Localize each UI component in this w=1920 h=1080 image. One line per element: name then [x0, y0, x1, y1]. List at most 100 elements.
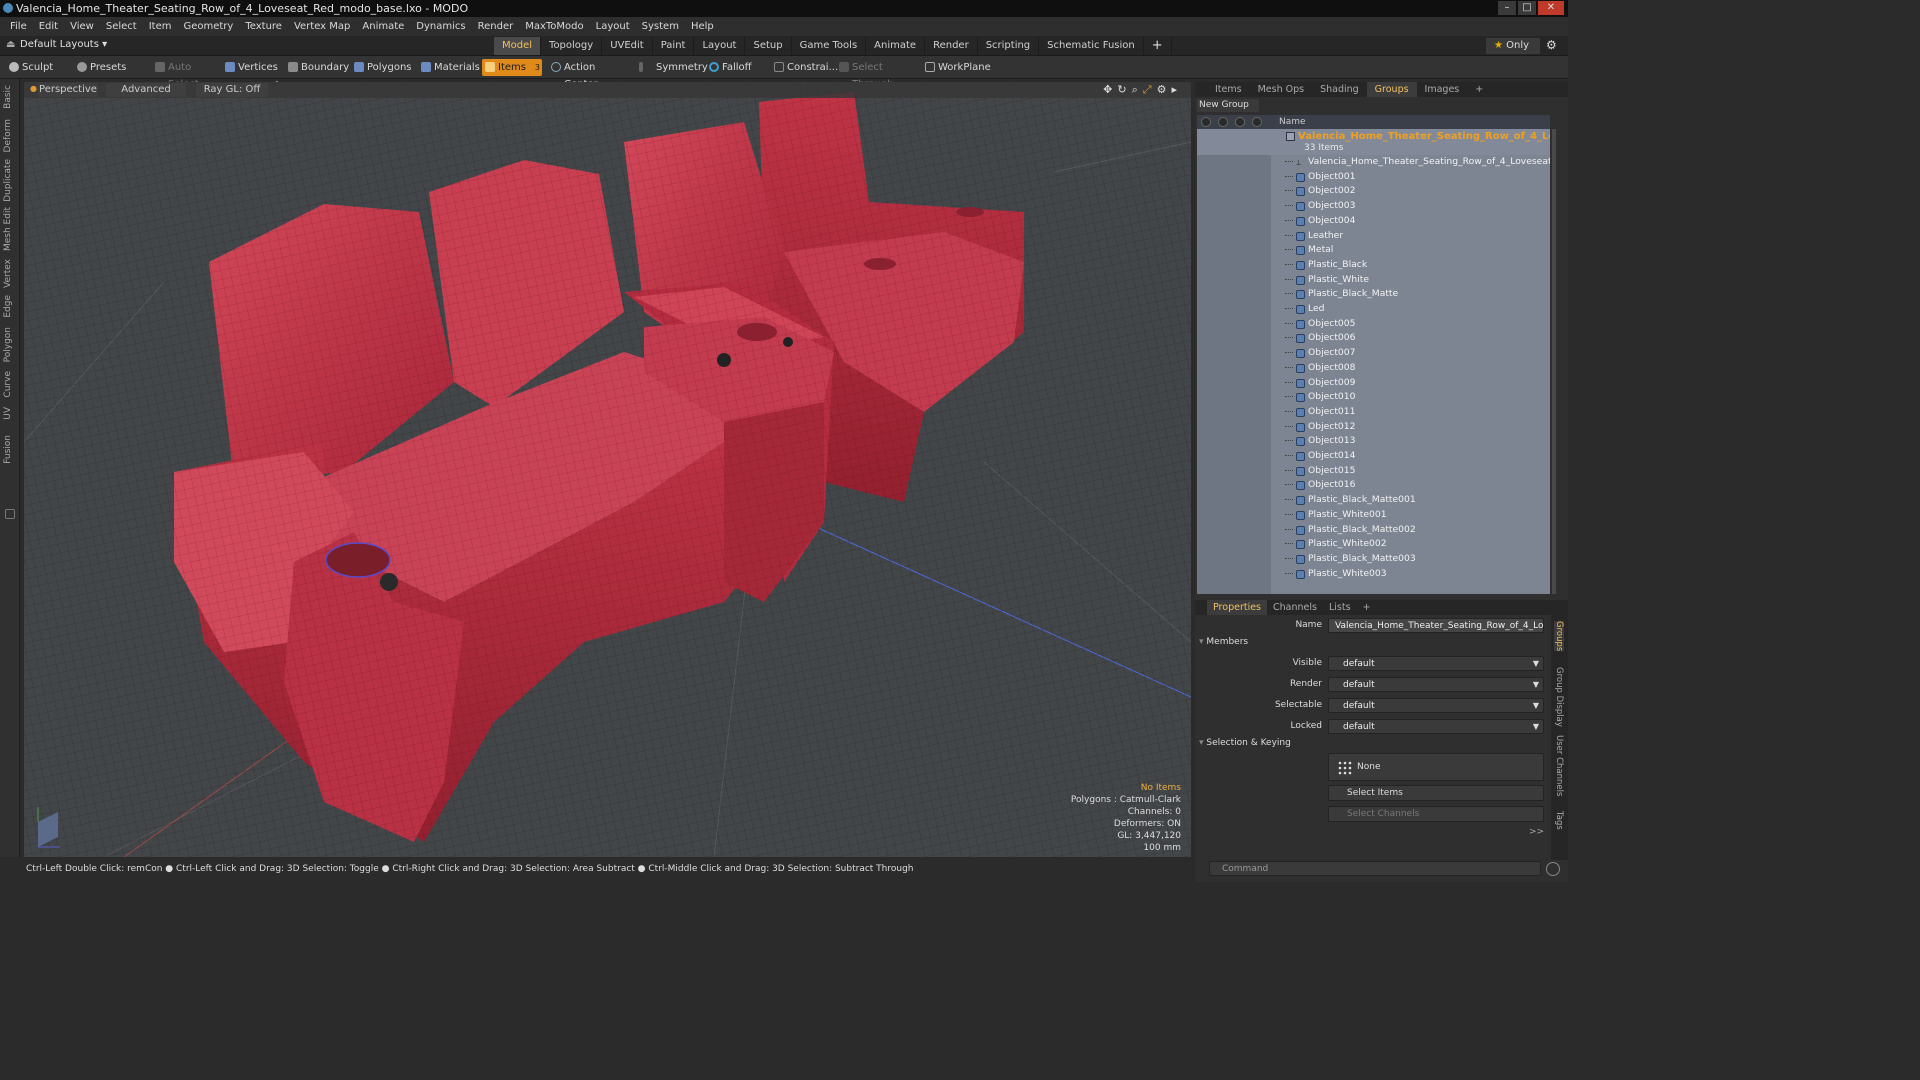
tab-layout[interactable]: Layout	[694, 37, 746, 55]
tree-item[interactable]: Object001	[1197, 170, 1550, 185]
tab-game-tools[interactable]: Game Tools	[792, 37, 867, 55]
tree-item[interactable]: Object014	[1197, 449, 1550, 464]
tree-item[interactable]: Object002	[1197, 184, 1550, 199]
locked-dropdown[interactable]: default ▼	[1328, 719, 1544, 734]
selectable-dropdown[interactable]: default ▼	[1328, 698, 1544, 713]
menu-select[interactable]: Select	[100, 21, 143, 32]
visible-dropdown[interactable]: default ▼	[1328, 656, 1544, 671]
tab-uv[interactable]: UV	[3, 407, 13, 420]
tree-item[interactable]: Object015	[1197, 464, 1550, 479]
render-dropdown[interactable]: default ▼	[1328, 677, 1544, 692]
zoom-icon[interactable]: ⌕	[1132, 83, 1138, 97]
tab-channels[interactable]: Channels	[1267, 600, 1323, 615]
layout-pin-icon[interactable]: ⏏	[6, 39, 15, 50]
falloff-button[interactable]: Falloff	[706, 59, 756, 76]
tree-item[interactable]: Plastic_Black_Matte003	[1197, 552, 1550, 567]
tab-fusion[interactable]: Fusion	[3, 435, 13, 464]
menu-file[interactable]: File	[4, 21, 33, 32]
groups-tree[interactable]: Valencia_Home_Theater_Seating_Row_of_4_L…	[1197, 129, 1550, 594]
members-section[interactable]: Members	[1199, 637, 1248, 647]
command-input[interactable]: Command	[1209, 861, 1541, 876]
tab-setup[interactable]: Setup	[745, 37, 792, 55]
tab-uvedit[interactable]: UVEdit	[602, 37, 653, 55]
tab-lists[interactable]: Lists	[1323, 600, 1357, 615]
tab-groups[interactable]: Groups	[1366, 82, 1417, 97]
tab-mesh-ops[interactable]: Mesh Ops	[1250, 82, 1313, 97]
menu-geometry[interactable]: Geometry	[177, 21, 239, 32]
boundary-button[interactable]: Boundary	[285, 59, 349, 76]
more-button[interactable]: >>	[1529, 827, 1544, 837]
orbit-icon[interactable]: ↻	[1117, 83, 1126, 97]
side-tab-tags[interactable]: Tags	[1554, 811, 1564, 830]
tab-topology[interactable]: Topology	[541, 37, 603, 55]
command-history-icon[interactable]	[1546, 862, 1560, 876]
tab-vertex[interactable]: Vertex	[3, 259, 13, 288]
auto-select-button[interactable]: Auto Select	[152, 59, 218, 90]
tree-item[interactable]: Led	[1197, 302, 1550, 317]
expand-toolbox-icon[interactable]	[5, 509, 15, 519]
tree-item[interactable]: Object008	[1197, 361, 1550, 376]
groups-scrollbar[interactable]	[1552, 129, 1556, 594]
tree-item[interactable]: Object006	[1197, 331, 1550, 346]
tab-animate[interactable]: Animate	[866, 37, 926, 55]
visibility-column-icon[interactable]	[1201, 117, 1211, 127]
new-group-button[interactable]: New Group	[1197, 99, 1259, 112]
only-toggle-button[interactable]: ★ Only	[1486, 38, 1540, 54]
viewport-scene[interactable]	[24, 82, 1191, 857]
tree-item[interactable]: Plastic_White002	[1197, 537, 1550, 552]
tree-item[interactable]: Object005	[1197, 317, 1550, 332]
tree-item[interactable]: Plastic_White003	[1197, 567, 1550, 582]
action-center-button[interactable]: Action Center	[548, 59, 626, 90]
vertices-button[interactable]: Vertices1	[222, 59, 280, 89]
none-selection-button[interactable]: None	[1328, 753, 1544, 781]
group-row[interactable]: Valencia_Home_Theater_Seating_Row_of_4_L…	[1197, 129, 1550, 155]
tab-polygon[interactable]: Polygon	[3, 327, 13, 362]
maximize-viewport-icon[interactable]: ⤢	[1143, 83, 1152, 97]
add-layout-tab-button[interactable]: +	[1144, 37, 1172, 55]
tab-duplicate[interactable]: Duplicate	[3, 159, 13, 202]
menu-render[interactable]: Render	[472, 21, 520, 32]
tab-mesh-edit[interactable]: Mesh Edit	[3, 207, 13, 251]
menu-help[interactable]: Help	[685, 21, 720, 32]
tab-curve[interactable]: Curve	[3, 371, 13, 398]
name-column-header[interactable]: Name	[1279, 115, 1306, 129]
tab-paint[interactable]: Paint	[653, 37, 695, 55]
raygl-toggle[interactable]: Ray GL: Off	[196, 83, 268, 97]
tree-item[interactable]: ⟂ Valencia_Home_Theater_Seating_Row_of_4_…	[1197, 155, 1550, 170]
tab-shading[interactable]: Shading	[1312, 82, 1367, 97]
menu-item[interactable]: Item	[143, 21, 178, 32]
viewport-more-icon[interactable]: ▸	[1171, 83, 1177, 97]
lock-column-icon[interactable]	[1235, 117, 1245, 127]
viewport-settings-icon[interactable]: ⚙	[1157, 83, 1167, 97]
pan-icon[interactable]: ✥	[1103, 83, 1112, 97]
tree-item[interactable]: Plastic_Black_Matte001	[1197, 493, 1550, 508]
tree-item[interactable]: Object010	[1197, 390, 1550, 405]
view-type-dropdown[interactable]: Perspective	[38, 83, 98, 97]
tree-item[interactable]: Object007	[1197, 346, 1550, 361]
sculpt-button[interactable]: Sculpt	[6, 59, 66, 76]
tree-item[interactable]: Plastic_Black	[1197, 258, 1550, 273]
tab-images[interactable]: Images	[1417, 82, 1468, 97]
tab-properties[interactable]: Properties	[1207, 600, 1268, 615]
tab-items[interactable]: Items	[1207, 82, 1250, 97]
select-column-icon[interactable]	[1252, 117, 1262, 127]
tree-item[interactable]: Plastic_Black_Matte002	[1197, 523, 1550, 538]
render-column-icon[interactable]	[1218, 117, 1228, 127]
select-channels-button[interactable]: Select Channels	[1328, 806, 1544, 822]
tree-item[interactable]: Object011	[1197, 405, 1550, 420]
layout-preset-dropdown[interactable]: Default Layouts ▾	[20, 39, 107, 50]
add-props-tab-button[interactable]: +	[1357, 600, 1377, 615]
menu-vertex-map[interactable]: Vertex Map	[288, 21, 356, 32]
tree-item[interactable]: Object004	[1197, 214, 1550, 229]
tree-item[interactable]: Plastic_Black_Matte	[1197, 287, 1550, 302]
shading-mode-dropdown[interactable]: Advanced	[106, 83, 186, 97]
tree-item[interactable]: Object003	[1197, 199, 1550, 214]
tab-schematic-fusion[interactable]: Schematic Fusion	[1039, 37, 1144, 55]
tree-item[interactable]: Object016	[1197, 478, 1550, 493]
gear-icon[interactable]: ⚙	[1546, 38, 1557, 52]
side-tab-user-channels[interactable]: User Channels	[1554, 735, 1564, 796]
tree-item[interactable]: Leather	[1197, 229, 1550, 244]
materials-button[interactable]: Materials	[418, 59, 480, 76]
menu-maxtomodo[interactable]: MaxToModo	[519, 21, 589, 32]
tab-deform[interactable]: Deform	[3, 119, 13, 152]
